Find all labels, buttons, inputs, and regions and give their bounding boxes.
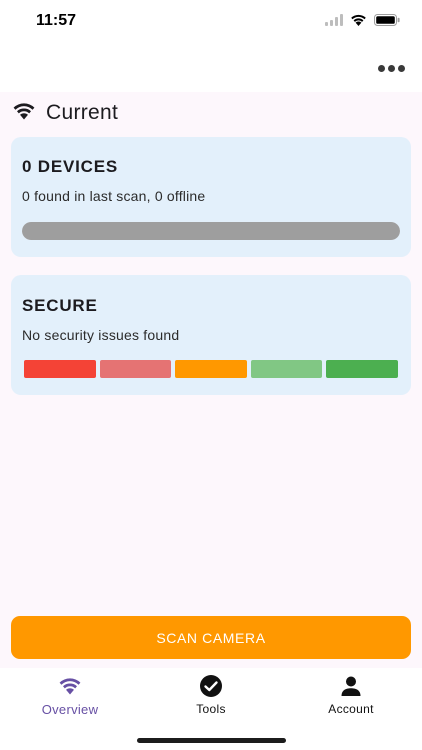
- nav-label-tools: Tools: [196, 702, 226, 716]
- devices-progress-bar: [22, 222, 400, 240]
- battery-icon: [374, 13, 400, 31]
- nav-tab-account[interactable]: Account: [291, 674, 411, 718]
- devices-progress-fill: [22, 222, 400, 240]
- nav-tab-tools[interactable]: Tools: [151, 674, 271, 718]
- network-name: Current: [46, 101, 119, 124]
- devices-count-title: 0 DEVICES: [22, 157, 119, 176]
- status-bar: 11:57: [0, 0, 422, 50]
- network-header: Current: [12, 101, 118, 125]
- wifi-icon: [350, 13, 367, 31]
- person-icon: [340, 674, 362, 698]
- status-icons: [325, 13, 400, 31]
- devices-card[interactable]: 0 DEVICES 0 found in last scan, 0 offlin…: [11, 137, 411, 257]
- severity-segment-2: [99, 360, 172, 378]
- wifi-icon: [58, 674, 82, 698]
- security-subtitle: No security issues found: [22, 327, 180, 343]
- security-status-title: SECURE: [22, 296, 98, 315]
- check-circle-icon: [199, 674, 223, 698]
- severity-segment-3: [175, 360, 247, 378]
- app-bar: [0, 50, 422, 92]
- nav-tab-overview[interactable]: Overview: [10, 674, 130, 718]
- status-time: 11:57: [36, 12, 77, 29]
- signal-icon: [325, 13, 343, 31]
- severity-segment-1: [24, 360, 96, 378]
- nav-label-account: Account: [328, 702, 374, 716]
- more-horizontal-icon: [377, 64, 405, 72]
- more-options-button[interactable]: [374, 58, 408, 78]
- nav-label-overview: Overview: [41, 702, 99, 717]
- security-card[interactable]: SECURE No security issues found: [11, 275, 411, 395]
- wifi-icon: [12, 102, 36, 125]
- security-severity-scale: [24, 360, 398, 378]
- severity-segment-5: [326, 360, 398, 378]
- home-indicator: [137, 738, 286, 743]
- scan-camera-label: SCAN CAMERA: [156, 629, 266, 646]
- severity-segment-4: [250, 360, 323, 378]
- scan-camera-button[interactable]: SCAN CAMERA: [11, 616, 411, 659]
- devices-subtitle: 0 found in last scan, 0 offline: [22, 188, 206, 204]
